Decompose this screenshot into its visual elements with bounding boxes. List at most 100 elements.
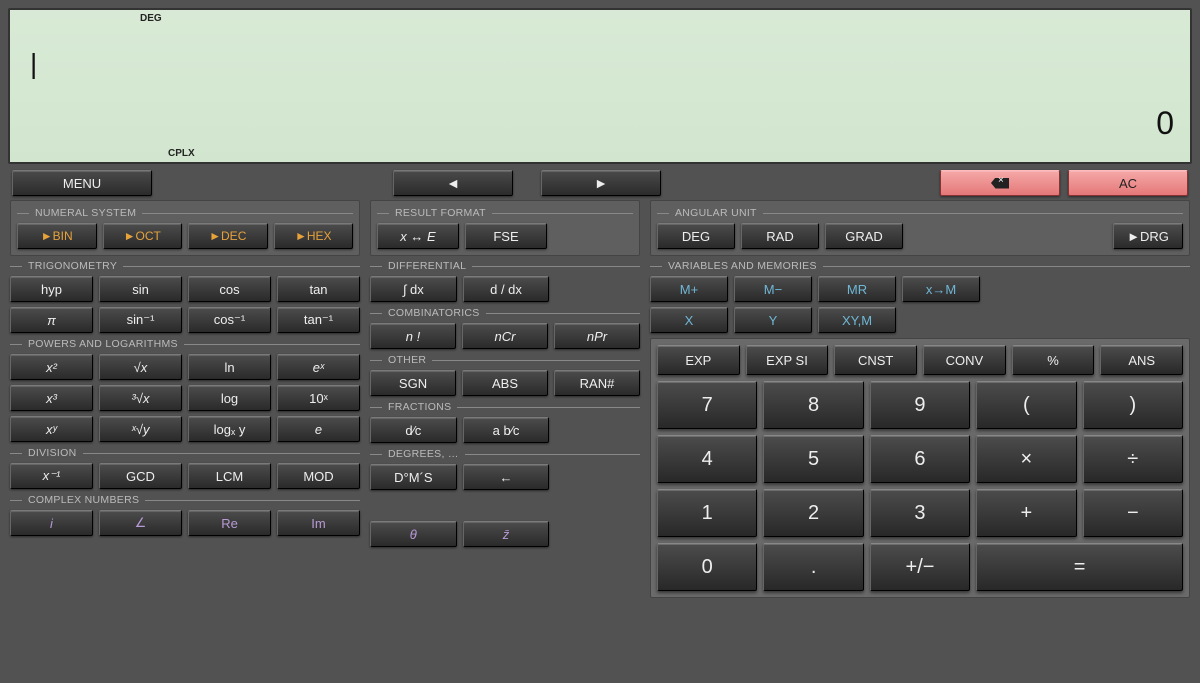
indicator-deg: DEG (140, 13, 162, 24)
re-button[interactable]: Re (188, 510, 271, 536)
x3-button[interactable]: x³ (10, 385, 93, 411)
dms-button[interactable]: D°M´S (370, 464, 457, 490)
integral-button[interactable]: ∫ dx (370, 276, 457, 302)
back-button[interactable]: ← (463, 464, 550, 490)
minus-button[interactable]: − (1083, 489, 1183, 537)
mminus-button[interactable]: M− (734, 276, 812, 302)
divide-button[interactable]: ÷ (1083, 435, 1183, 483)
trig-title: TRIGONOMETRY (28, 260, 117, 272)
gcd-button[interactable]: GCD (99, 463, 182, 489)
hyp-button[interactable]: hyp (10, 276, 93, 302)
theta-button[interactable]: θ (370, 521, 457, 547)
zbar-button[interactable]: z̄ (463, 521, 550, 547)
im-button[interactable]: Im (277, 510, 360, 536)
plus-button[interactable]: + (976, 489, 1076, 537)
cursor-left-button[interactable]: ◄ (393, 170, 513, 196)
ans-button[interactable]: ANS (1100, 345, 1183, 375)
acos-button[interactable]: cos⁻¹ (188, 307, 271, 333)
dc-button[interactable]: d⁄c (370, 417, 457, 443)
tenx-button[interactable]: 10ˣ (277, 385, 360, 411)
conv-button[interactable]: CONV (923, 345, 1006, 375)
cbrt-button[interactable]: ³√x (99, 385, 182, 411)
backspace-button[interactable] (940, 170, 1060, 196)
resultformat-title: RESULT FORMAT (395, 207, 486, 219)
digit-0[interactable]: 0 (657, 543, 757, 591)
powlog-title: POWERS AND LOGARITHMS (28, 338, 178, 350)
xroot-button[interactable]: ˣ√y (99, 416, 182, 442)
atan-button[interactable]: tan⁻¹ (277, 307, 360, 333)
plusminus-button[interactable]: +/− (870, 543, 970, 591)
equals-button[interactable]: = (976, 543, 1183, 591)
e-button[interactable]: e (277, 416, 360, 442)
hex-button[interactable]: ►HEX (274, 223, 354, 249)
ran-button[interactable]: RAN# (554, 370, 640, 396)
ddx-button[interactable]: d / dx (463, 276, 550, 302)
percent-button[interactable]: % (1012, 345, 1095, 375)
tan-button[interactable]: tan (277, 276, 360, 302)
cnst-button[interactable]: CNST (834, 345, 917, 375)
xtom-button[interactable]: x→M (902, 276, 980, 302)
angular-title: ANGULAR UNIT (675, 207, 757, 219)
xym-button[interactable]: XY,M (818, 307, 896, 333)
ln-button[interactable]: ln (188, 354, 271, 380)
multiply-button[interactable]: × (976, 435, 1076, 483)
comb-title: COMBINATORICS (388, 307, 480, 319)
input-cursor[interactable]: | (30, 48, 37, 80)
xe-button[interactable]: x ↔ E (377, 223, 459, 249)
digit-5[interactable]: 5 (763, 435, 863, 483)
digit-4[interactable]: 4 (657, 435, 757, 483)
sgn-button[interactable]: SGN (370, 370, 456, 396)
logxy-button[interactable]: logₓ y (188, 416, 271, 442)
varx-button[interactable]: X (650, 307, 728, 333)
x2-button[interactable]: x² (10, 354, 93, 380)
angle-button[interactable]: ∠ (99, 510, 182, 536)
cursor-right-button[interactable]: ► (541, 170, 661, 196)
digit-7[interactable]: 7 (657, 381, 757, 429)
digit-6[interactable]: 6 (870, 435, 970, 483)
mr-button[interactable]: MR (818, 276, 896, 302)
cos-button[interactable]: cos (188, 276, 271, 302)
rparen-button[interactable]: ) (1083, 381, 1183, 429)
dec-button[interactable]: ►DEC (188, 223, 268, 249)
menu-button[interactable]: MENU (12, 170, 152, 196)
abc-button[interactable]: a b⁄c (463, 417, 550, 443)
mplus-button[interactable]: M+ (650, 276, 728, 302)
abs-button[interactable]: ABS (462, 370, 548, 396)
fse-button[interactable]: FSE (465, 223, 547, 249)
digit-9[interactable]: 9 (870, 381, 970, 429)
xinv-button[interactable]: x⁻¹ (10, 463, 93, 489)
sqrt-button[interactable]: √x (99, 354, 182, 380)
digit-2[interactable]: 2 (763, 489, 863, 537)
drg-button[interactable]: ►DRG (1113, 223, 1183, 249)
digit-3[interactable]: 3 (870, 489, 970, 537)
oct-button[interactable]: ►OCT (103, 223, 183, 249)
grad-button[interactable]: GRAD (825, 223, 903, 249)
i-button[interactable]: i (10, 510, 93, 536)
vary-button[interactable]: Y (734, 307, 812, 333)
numeral-title: NUMERAL SYSTEM (35, 207, 136, 219)
digit-8[interactable]: 8 (763, 381, 863, 429)
lcm-button[interactable]: LCM (188, 463, 271, 489)
other-title: OTHER (388, 354, 426, 366)
asin-button[interactable]: sin⁻¹ (99, 307, 182, 333)
ac-button[interactable]: AC (1068, 170, 1188, 196)
expsi-button[interactable]: EXP SI (746, 345, 829, 375)
numpad: EXP EXP SI CNST CONV % ANS 7 8 9 ( ) 4 5… (650, 338, 1190, 598)
xy-button[interactable]: xʸ (10, 416, 93, 442)
ncr-button[interactable]: nCr (462, 323, 548, 349)
mod-button[interactable]: MOD (277, 463, 360, 489)
lparen-button[interactable]: ( (976, 381, 1076, 429)
digit-1[interactable]: 1 (657, 489, 757, 537)
deg-button[interactable]: DEG (657, 223, 735, 249)
sin-button[interactable]: sin (99, 276, 182, 302)
decimal-button[interactable]: . (763, 543, 863, 591)
exp-button[interactable]: EXP (657, 345, 740, 375)
rad-button[interactable]: RAD (741, 223, 819, 249)
fact-button[interactable]: n ! (370, 323, 456, 349)
division-title: DIVISION (28, 447, 77, 459)
ex-button[interactable]: eˣ (277, 354, 360, 380)
log-button[interactable]: log (188, 385, 271, 411)
npr-button[interactable]: nPr (554, 323, 640, 349)
pi-button[interactable]: π (10, 307, 93, 333)
bin-button[interactable]: ►BIN (17, 223, 97, 249)
